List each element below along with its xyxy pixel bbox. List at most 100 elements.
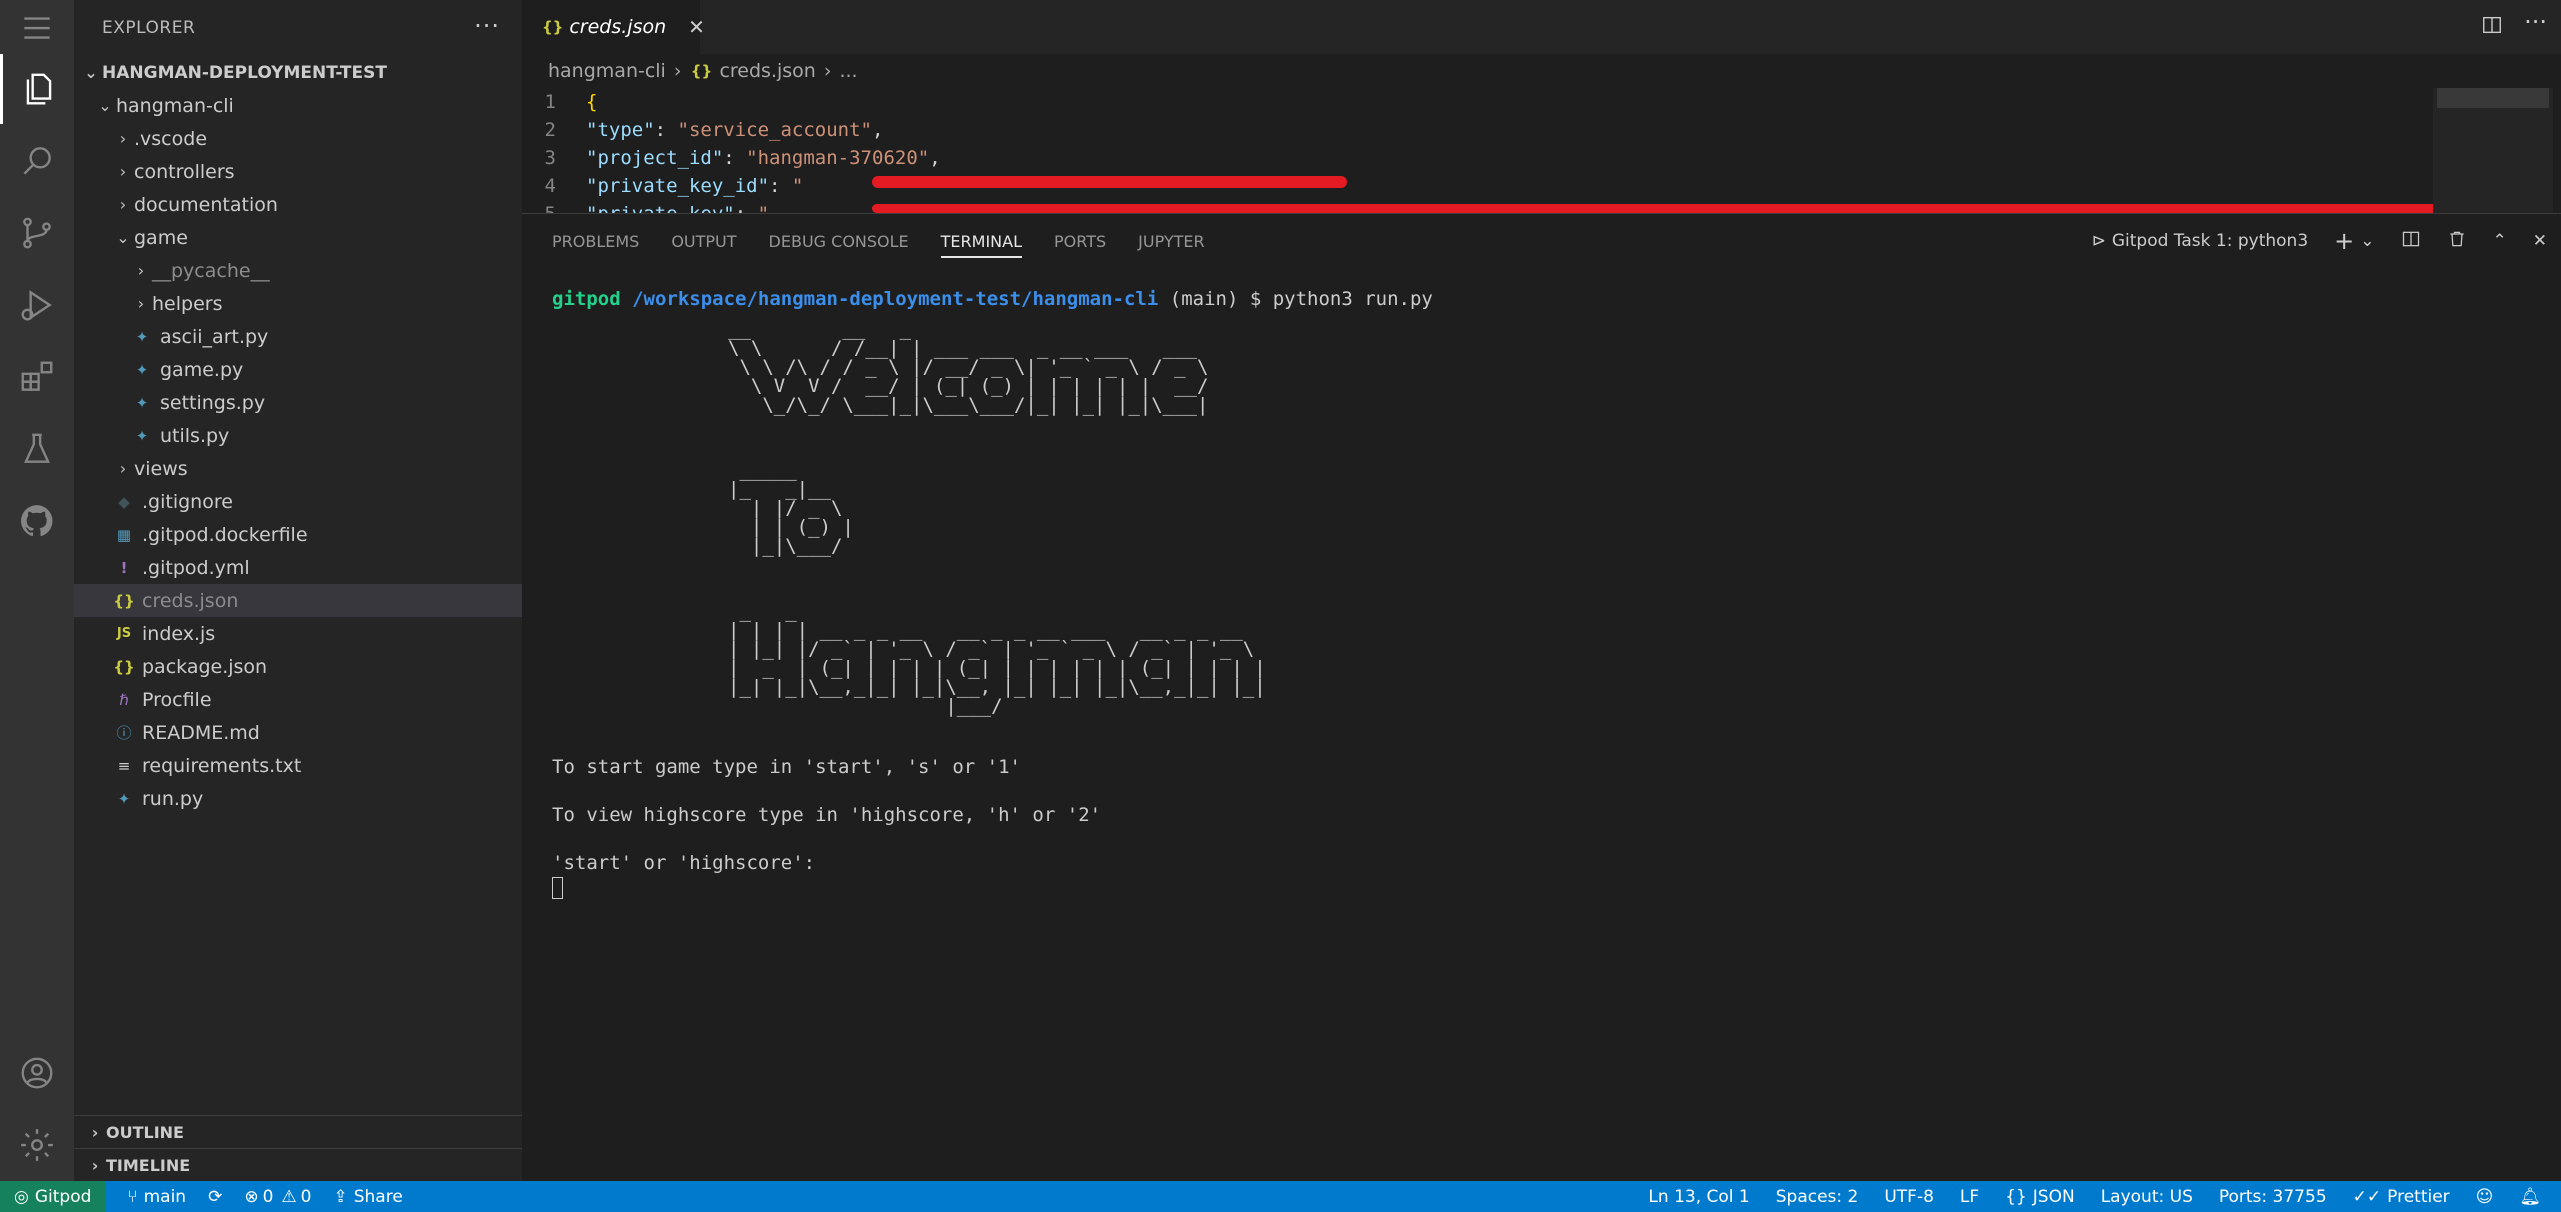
folder-item[interactable]: › helpers: [74, 287, 522, 320]
run-debug-icon[interactable]: [0, 270, 74, 340]
folder-item[interactable]: › __pycache__: [74, 254, 522, 287]
language-mode[interactable]: {} JSON: [2005, 1187, 2075, 1207]
more-actions-icon[interactable]: ···: [2524, 8, 2547, 36]
chevron-right-icon: ›: [823, 60, 832, 82]
file-item[interactable]: ✦ game.py: [74, 353, 522, 386]
maximize-panel-icon[interactable]: ⌃: [2493, 231, 2507, 251]
trash-icon[interactable]: [2447, 229, 2467, 254]
file-item[interactable]: {} creds.json: [74, 584, 522, 617]
git-file-icon: ◆: [118, 492, 130, 511]
terminal-output[interactable]: gitpod /workspace/hangman-deployment-tes…: [552, 288, 1433, 900]
explorer-sidebar: EXPLORER ··· ⌄ HANGMAN-DEPLOYMENT-TEST ⌄…: [74, 0, 522, 1181]
tree-item-label: ascii_art.py: [160, 325, 269, 348]
encoding[interactable]: UTF-8: [1884, 1187, 1934, 1207]
explorer-icon[interactable]: [0, 54, 74, 124]
folder-item[interactable]: › .vscode: [74, 122, 522, 155]
line-number: 2: [544, 119, 556, 141]
manage-gear-icon[interactable]: [0, 1110, 74, 1180]
json-file-icon: {}: [690, 62, 713, 80]
indentation[interactable]: Spaces: 2: [1776, 1187, 1859, 1207]
close-icon[interactable]: ✕: [688, 15, 705, 39]
remote-icon: ◎: [14, 1186, 29, 1207]
prettier-indicator[interactable]: ✓✓ Prettier: [2353, 1187, 2450, 1207]
minimap-slider[interactable]: [2437, 88, 2549, 108]
tab-problems[interactable]: PROBLEMS: [552, 214, 639, 268]
keyboard-layout[interactable]: Layout: US: [2101, 1187, 2193, 1207]
file-item[interactable]: ◆ .gitignore: [74, 485, 522, 518]
file-item[interactable]: ✦ utils.py: [74, 419, 522, 452]
remote-indicator[interactable]: ◎ Gitpod: [0, 1181, 106, 1212]
feedback-icon[interactable]: ☺: [2476, 1187, 2494, 1207]
share-button[interactable]: ⇪ Share: [333, 1187, 402, 1207]
javascript-file-icon: JS: [116, 626, 132, 641]
notifications-bell-icon[interactable]: 🔔︎: [2519, 1187, 2541, 1207]
yaml-file-icon: !: [120, 558, 128, 577]
chevron-right-icon: ›: [137, 294, 145, 313]
folder-item[interactable]: ⌄ hangman-cli: [74, 89, 522, 122]
file-item[interactable]: ≡ requirements.txt: [74, 749, 522, 782]
branch-indicator[interactable]: ⑂ main: [127, 1187, 186, 1207]
tab-label: creds.json: [569, 16, 667, 38]
search-icon[interactable]: [0, 126, 74, 196]
folder-item[interactable]: › documentation: [74, 188, 522, 221]
tab-ports[interactable]: PORTS: [1054, 214, 1106, 268]
folder-item[interactable]: › controllers: [74, 155, 522, 188]
branch-icon: ⑂: [127, 1186, 138, 1207]
file-item[interactable]: ▦ .gitpod.dockerfile: [74, 518, 522, 551]
problems-indicator[interactable]: ⊗ 0 ⚠ 0: [244, 1187, 311, 1207]
breadcrumb-folder[interactable]: hangman-cli: [548, 60, 666, 82]
terminal-selector[interactable]: ⊳ Gitpod Task 1: python3: [2092, 231, 2309, 251]
breadcrumb-symbol[interactable]: ...: [839, 60, 857, 82]
split-editor-icon[interactable]: [2481, 14, 2503, 41]
tab-creds-json[interactable]: {} creds.json ✕: [522, 0, 705, 54]
file-item[interactable]: {} package.json: [74, 650, 522, 683]
editor-area: {} creds.json ✕ ··· hangman-cli › {} cre…: [522, 0, 2561, 225]
end-of-line[interactable]: LF: [1960, 1187, 1979, 1207]
chevron-down-icon: ⌄: [116, 228, 130, 247]
close-icon[interactable]: ✕: [2533, 231, 2547, 251]
testing-icon[interactable]: [0, 414, 74, 484]
folder-item[interactable]: ⌄ game: [74, 221, 522, 254]
file-item[interactable]: ℏ Procfile: [74, 683, 522, 716]
github-icon[interactable]: [0, 486, 74, 556]
tab-output[interactable]: OUTPUT: [671, 214, 736, 268]
account-icon[interactable]: [0, 1038, 74, 1108]
menu-icon[interactable]: [0, 0, 74, 56]
file-tree: ⌄ hangman-cli › .vscode › controllers › documen…: [74, 89, 522, 815]
file-item[interactable]: ✦ ascii_art.py: [74, 320, 522, 353]
extensions-icon[interactable]: [0, 342, 74, 412]
chevron-right-icon: ›: [91, 1122, 99, 1142]
editor-tabbar: {} creds.json ✕ ···: [522, 0, 2561, 54]
chevron-down-icon[interactable]: ⌄: [2360, 231, 2374, 251]
source-control-icon[interactable]: [0, 198, 74, 268]
tab-jupyter[interactable]: JUPYTER: [1138, 214, 1205, 268]
file-item[interactable]: ✦ settings.py: [74, 386, 522, 419]
tab-debug-console[interactable]: DEBUG CONSOLE: [769, 214, 909, 268]
ports-indicator[interactable]: Ports: 37755: [2219, 1187, 2327, 1207]
file-item[interactable]: ! .gitpod.yml: [74, 551, 522, 584]
cursor-position[interactable]: Ln 13, Col 1: [1648, 1187, 1749, 1207]
code-line: 1{: [522, 88, 941, 116]
outline-section[interactable]: › OUTLINE: [74, 1115, 522, 1148]
python-file-icon: ✦: [117, 789, 131, 808]
folder-item[interactable]: › views: [74, 452, 522, 485]
check-icon: ✓✓: [2352, 1186, 2382, 1207]
split-terminal-icon[interactable]: [2401, 229, 2421, 254]
file-item[interactable]: JS index.js: [74, 617, 522, 650]
file-item[interactable]: ✦ run.py: [74, 782, 522, 815]
sync-icon[interactable]: ⟳: [208, 1187, 222, 1207]
workspace-root-label: HANGMAN-DEPLOYMENT-TEST: [102, 62, 387, 83]
new-terminal-icon[interactable]: +: [2334, 227, 2354, 255]
terminal-line: To view highscore type in 'highscore, 'h…: [552, 804, 1102, 826]
workspace-root[interactable]: ⌄ HANGMAN-DEPLOYMENT-TEST: [74, 56, 522, 89]
file-item[interactable]: ⓘ README.md: [74, 716, 522, 749]
tab-terminal[interactable]: TERMINAL: [940, 214, 1023, 268]
more-actions-icon[interactable]: ···: [474, 12, 500, 40]
minimap[interactable]: [2433, 88, 2553, 213]
breadcrumb-file[interactable]: creds.json: [719, 60, 815, 82]
tree-item-label: requirements.txt: [142, 754, 302, 777]
ascii-hangman: _ _ | | | | __ _ _ __ __ _ _ __ ___ __ _…: [728, 600, 1266, 717]
timeline-section[interactable]: › TIMELINE: [74, 1148, 522, 1181]
ascii-welcome: __ __ _ \ \ / /__| | ___ ___ _ __ ___ __…: [728, 318, 1209, 416]
prompt-user: gitpod: [552, 288, 621, 310]
